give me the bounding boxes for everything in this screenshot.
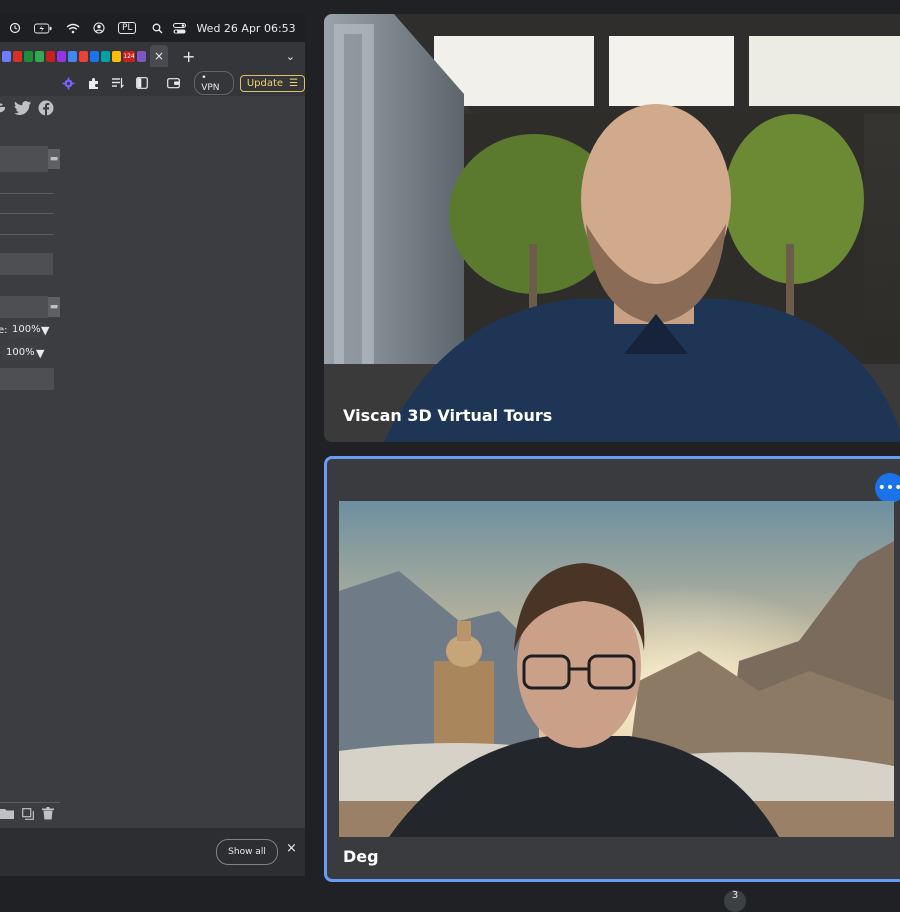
close-downloads-bar-icon[interactable]: × <box>286 841 297 856</box>
copy-icon[interactable] <box>22 807 34 823</box>
divider <box>0 213 54 214</box>
pinned-tab-favicon-icon[interactable] <box>101 50 110 62</box>
zoom-select-2[interactable]: 100% <box>2 345 39 360</box>
dropdown-caret-icon[interactable]: ▼ <box>36 347 44 360</box>
spotlight-search-icon[interactable] <box>148 20 166 36</box>
battery-icon[interactable] <box>34 20 52 36</box>
menu-icon: ☰ <box>289 77 299 89</box>
divider <box>0 193 54 194</box>
zoom-label: e: <box>0 325 8 336</box>
browser-toolbar: • VPN Update ☰ <box>0 70 306 96</box>
dropdown-caret-icon[interactable]: ▼ <box>41 324 49 337</box>
wallet-icon[interactable] <box>165 75 182 91</box>
settings-gear-icon[interactable] <box>60 75 77 91</box>
participant-count-badge[interactable]: 3 <box>724 890 746 912</box>
pinned-tab-favicon-icon[interactable] <box>57 50 66 62</box>
input-source-indicator[interactable]: PL <box>118 22 137 34</box>
participant-video-2 <box>339 501 894 837</box>
menu-bar: PL Wed 26 Apr 06:53 <box>0 14 305 42</box>
participant-name-1: Viscan 3D Virtual Tours <box>343 406 553 425</box>
pinned-tab-favicon-icon[interactable] <box>2 50 11 62</box>
input-field[interactable] <box>0 296 48 318</box>
pinned-tab-favicon-icon[interactable] <box>24 50 33 62</box>
input-field[interactable] <box>0 146 48 172</box>
twitter-share-icon[interactable] <box>14 100 32 120</box>
new-tab-button[interactable]: + <box>182 47 195 66</box>
pinned-tab-favicon-icon[interactable] <box>13 50 22 62</box>
participant-tile-1[interactable]: Viscan 3D Virtual Tours <box>324 14 900 442</box>
facebook-share-icon[interactable] <box>38 100 54 120</box>
browser-tab-strip: 124 × + ⌄ <box>0 42 305 70</box>
trash-icon[interactable] <box>42 807 54 823</box>
vpn-status-dot-icon: • <box>201 73 207 83</box>
web-page-content: ▬ ▬ e: 100% ▼ 100% ▼ Show all × <box>0 96 305 876</box>
tab-search-dropdown[interactable]: ⌄ <box>286 50 295 63</box>
vpn-button[interactable]: • VPN <box>194 71 234 95</box>
reading-list-icon[interactable] <box>109 75 126 91</box>
more-options-button[interactable]: ••• <box>875 473 900 503</box>
downloads-bar: Show all × <box>0 828 305 876</box>
folder-icon[interactable] <box>0 808 14 822</box>
extensions-puzzle-icon[interactable] <box>84 75 101 91</box>
pinned-tab-favicon-icon[interactable]: 124 <box>123 50 135 62</box>
file-actions <box>0 804 60 826</box>
control-center-icon[interactable] <box>170 20 188 36</box>
input-field[interactable] <box>0 253 53 275</box>
google-share-icon[interactable] <box>0 100 6 120</box>
pinned-tab-favicon-icon[interactable] <box>112 50 121 62</box>
pinned-tab-favicon-icon[interactable] <box>90 50 99 62</box>
tab-close-button[interactable]: × <box>150 45 168 67</box>
wifi-icon[interactable] <box>64 20 82 36</box>
input-field[interactable] <box>0 368 54 390</box>
participant-name-2: Deg <box>343 847 379 866</box>
divider <box>0 802 60 803</box>
pinned-tab-favicon-icon[interactable] <box>79 50 88 62</box>
pinned-tab-favicon-icon[interactable] <box>137 50 146 62</box>
side-panel-icon[interactable] <box>133 75 150 91</box>
update-button[interactable]: Update ☰ <box>239 74 306 92</box>
pinned-tab-favicon-icon[interactable] <box>35 50 44 62</box>
zoom-select-1[interactable]: 100% <box>8 322 45 337</box>
participant-video-1 <box>324 14 900 442</box>
time-machine-icon[interactable] <box>6 20 24 36</box>
participant-tile-2[interactable]: ••• Deg <box>324 456 900 882</box>
user-account-icon[interactable] <box>90 20 108 36</box>
pinned-tab-favicon-icon[interactable] <box>68 50 77 62</box>
pinned-tabs: 124 <box>0 50 146 62</box>
show-all-downloads-button[interactable]: Show all <box>216 839 278 865</box>
field-toggle-button[interactable]: ▬ <box>48 149 60 169</box>
clock-datetime[interactable]: Wed 26 Apr 06:53 <box>196 22 295 35</box>
divider <box>0 234 54 235</box>
pinned-tab-favicon-icon[interactable] <box>46 50 55 62</box>
field-toggle-button[interactable]: ▬ <box>48 297 60 317</box>
